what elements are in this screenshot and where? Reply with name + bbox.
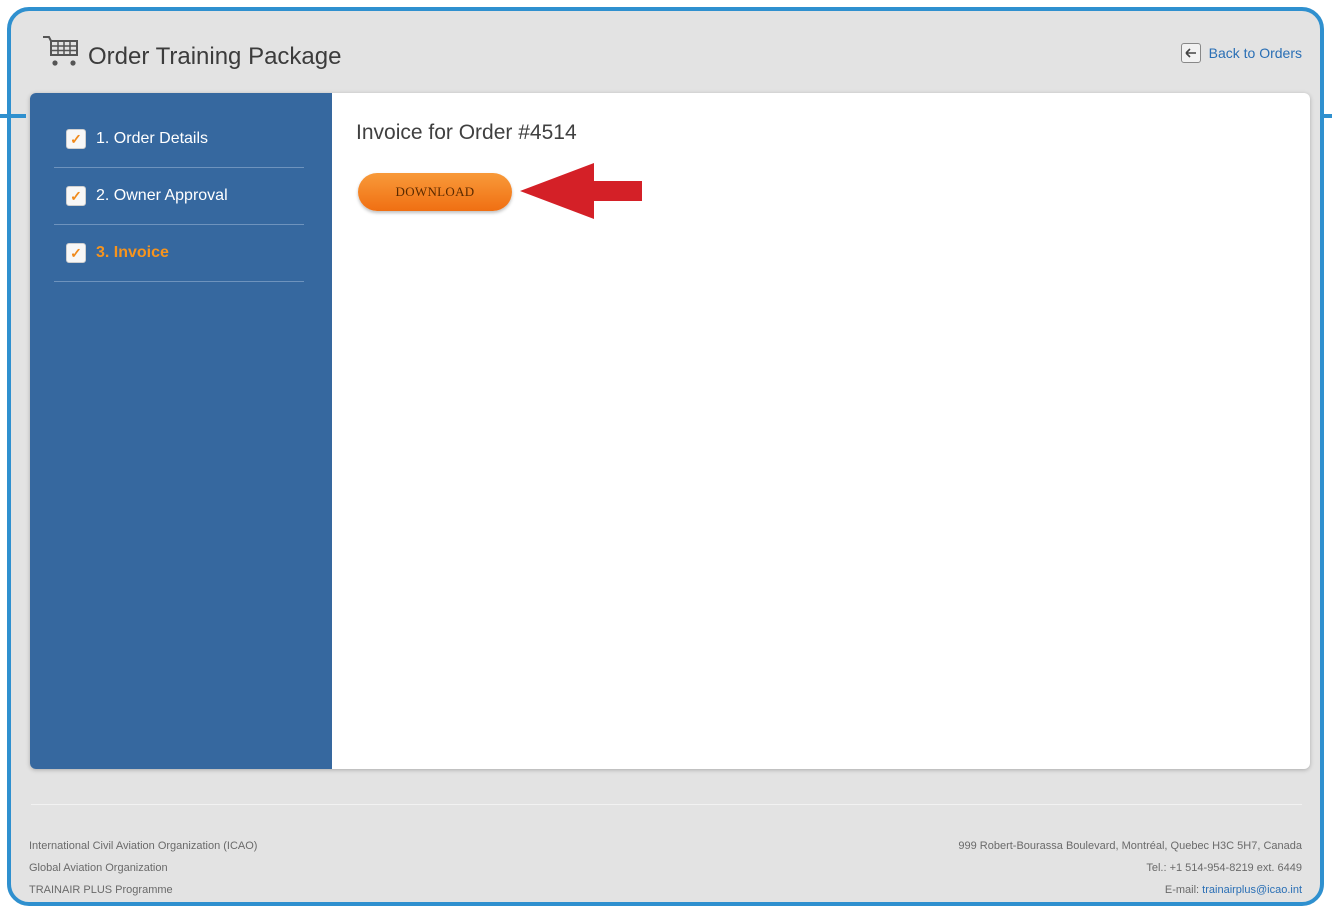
page-header: Order Training Package Back to Orders xyxy=(33,31,1302,75)
footer-email-link[interactable]: trainairplus@icao.int xyxy=(1202,884,1302,896)
footer-organization: International Civil Aviation Organizatio… xyxy=(29,835,257,901)
order-panel: ✓ 1. Order Details ✓ 2. Owner Approval ✓… xyxy=(30,93,1310,769)
checkbox-checked-icon: ✓ xyxy=(66,186,86,206)
red-arrow-annotation-icon xyxy=(520,163,642,219)
footer-email-prefix: E-mail: xyxy=(1164,884,1203,896)
back-to-orders-label[interactable]: Back to Orders xyxy=(1209,45,1302,61)
step-label: 2. Owner Approval xyxy=(96,187,228,204)
frame-edge-right xyxy=(1322,114,1332,118)
download-button[interactable]: DOWNLOAD xyxy=(358,173,512,211)
footer-email-line: E-mail: trainairplus@icao.int xyxy=(958,879,1302,901)
footer-org-subtitle: Global Aviation Organization xyxy=(29,862,168,874)
step-label: 3. Invoice xyxy=(96,244,169,261)
steps-sidebar: ✓ 1. Order Details ✓ 2. Owner Approval ✓… xyxy=(30,93,332,769)
footer-programme: TRAINAIR PLUS Programme xyxy=(29,884,173,896)
checkbox-checked-icon: ✓ xyxy=(66,243,86,263)
frame-edge-left xyxy=(0,114,26,118)
footer-phone: Tel.: +1 514-954-8219 ext. 6449 xyxy=(1146,862,1302,874)
step-invoice[interactable]: ✓ 3. Invoice xyxy=(54,225,304,282)
back-to-orders-link[interactable]: Back to Orders xyxy=(1180,43,1302,63)
checkbox-checked-icon: ✓ xyxy=(66,129,86,149)
arrow-left-icon xyxy=(1180,43,1201,63)
shopping-cart-icon xyxy=(43,36,78,66)
invoice-title: Invoice for Order #4514 xyxy=(356,121,577,144)
invoice-content: Invoice for Order #4514 DOWNLOAD xyxy=(332,93,1310,769)
app-frame: Order Training Package Back to Orders ✓ … xyxy=(7,7,1324,906)
footer-divider xyxy=(31,804,1302,805)
footer-address: 999 Robert-Bourassa Boulevard, Montréal,… xyxy=(958,840,1302,852)
footer-org-name: International Civil Aviation Organizatio… xyxy=(29,840,258,852)
step-owner-approval[interactable]: ✓ 2. Owner Approval xyxy=(54,168,304,225)
footer-contact: 999 Robert-Bourassa Boulevard, Montréal,… xyxy=(958,835,1302,901)
page-title: Order Training Package xyxy=(88,43,342,70)
step-order-details[interactable]: ✓ 1. Order Details xyxy=(54,111,304,168)
step-label: 1. Order Details xyxy=(96,130,209,147)
